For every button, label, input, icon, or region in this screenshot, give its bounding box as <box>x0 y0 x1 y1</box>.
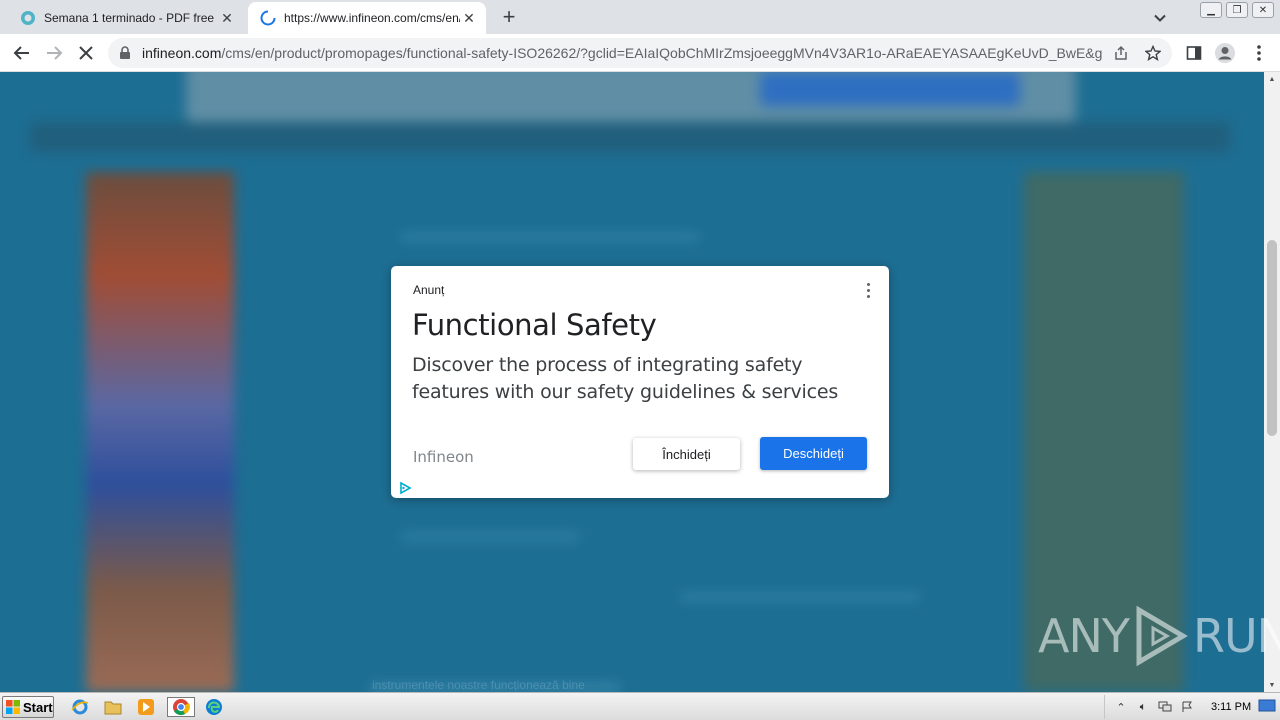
tray-expand-icon[interactable]: ⌃ <box>1113 699 1129 715</box>
side-panel-button[interactable] <box>1182 41 1206 65</box>
ad-description[interactable]: Discover the process of integrating safe… <box>412 352 882 406</box>
ie-taskbar-icon[interactable] <box>68 697 92 717</box>
faint-page-text: instrumentele noastre funcționează bine <box>372 678 585 692</box>
loading-spinner-icon <box>260 10 276 26</box>
media-player-taskbar-icon[interactable] <box>134 697 158 717</box>
lock-icon[interactable] <box>118 46 132 60</box>
stop-icon <box>79 46 93 60</box>
volume-icon[interactable]: 🔈︎ <box>1135 699 1151 715</box>
scroll-up-icon[interactable]: ▲ <box>1264 72 1280 86</box>
adchoices-icon[interactable] <box>398 481 412 495</box>
chrome-taskbar-icon[interactable] <box>167 697 195 717</box>
restore-icon[interactable]: ❐ <box>1226 2 1248 18</box>
ad-label: Anunț <box>413 283 445 297</box>
taskbar-clock[interactable]: 3:11 PM <box>1211 701 1251 713</box>
blurred-side-ad <box>86 172 234 692</box>
share-icon[interactable] <box>1112 44 1130 62</box>
forward-button[interactable] <box>42 41 66 65</box>
menu-button[interactable] <box>1247 41 1271 65</box>
close-tab-icon[interactable]: ✕ <box>218 9 236 27</box>
bookmark-star-icon[interactable] <box>1144 44 1162 62</box>
ad-headline[interactable]: Functional Safety <box>412 308 657 342</box>
tab-title: https://www.infineon.com/cms/en/p <box>284 11 460 25</box>
window-controls: ▁ ❐ ✕ <box>1200 2 1274 18</box>
start-label: Start <box>23 699 53 715</box>
tab-title: Semana 1 terminado - PDF free <box>44 11 215 25</box>
avatar-icon <box>1215 43 1235 63</box>
arrow-left-icon <box>13 46 29 60</box>
url-path: /cms/en/product/promopages/functional-sa… <box>221 45 1102 61</box>
side-panel-icon <box>1186 46 1202 60</box>
folder-taskbar-icon[interactable] <box>101 697 125 717</box>
ad-options-icon[interactable] <box>861 280 875 300</box>
ad-dialog: Anunț Functional Safety Discover the pro… <box>391 266 889 498</box>
tab-infineon[interactable]: https://www.infineon.com/cms/en/p ✕ <box>248 2 486 34</box>
tab-strip: Semana 1 terminado - PDF free ✕ https://… <box>0 0 1280 34</box>
url-text[interactable]: infineon.com/cms/en/product/promopages/f… <box>142 45 1102 61</box>
network-icon[interactable] <box>1157 699 1173 715</box>
watermark-text-right: RUN <box>1192 609 1280 663</box>
chevron-down-icon[interactable] <box>1150 8 1170 28</box>
action-center-flag-icon[interactable] <box>1179 699 1195 715</box>
blurred-header-band <box>30 122 1230 152</box>
ad-advertiser[interactable]: Infineon <box>413 448 474 466</box>
ad-open-button[interactable]: Deschideți <box>760 437 867 470</box>
watermark-text-left: ANY <box>1038 609 1130 663</box>
ad-close-button[interactable]: Închideți <box>633 438 740 470</box>
address-bar[interactable]: infineon.com/cms/en/product/promopages/f… <box>108 38 1172 68</box>
play-logo-icon <box>1136 606 1188 666</box>
pdf-favicon-icon <box>21 11 35 25</box>
edge-taskbar-icon[interactable] <box>202 697 226 717</box>
back-button[interactable] <box>10 41 34 65</box>
blurred-text-line <box>400 232 700 242</box>
blurred-download-button <box>760 72 1020 106</box>
vertical-scrollbar[interactable]: ▲ ▼ <box>1264 72 1280 692</box>
windows-taskbar: Start ⌃ 🔈︎ 3:11 PM <box>0 692 1280 720</box>
blurred-text-line <box>680 592 920 602</box>
close-tab-icon[interactable]: ✕ <box>460 9 478 27</box>
kebab-menu-icon <box>1257 45 1261 61</box>
profile-button[interactable] <box>1213 41 1237 65</box>
system-tray: ⌃ 🔈︎ 3:11 PM <box>1104 695 1254 719</box>
windows-flag-icon <box>6 700 20 714</box>
url-domain: infineon.com <box>142 45 222 61</box>
start-button[interactable]: Start <box>2 696 54 718</box>
scroll-down-icon[interactable]: ▼ <box>1264 678 1280 692</box>
browser-toolbar: infineon.com/cms/en/product/promopages/f… <box>0 34 1280 72</box>
close-window-icon[interactable]: ✕ <box>1252 2 1274 18</box>
stop-button[interactable] <box>74 41 98 65</box>
show-desktop-icon[interactable] <box>1258 697 1276 715</box>
blurred-text-line <box>400 532 580 542</box>
tab-pdf-free[interactable]: Semana 1 terminado - PDF free ✕ <box>8 2 244 34</box>
arrow-right-icon <box>47 46 63 60</box>
new-tab-button[interactable]: + <box>498 6 520 28</box>
scroll-thumb[interactable] <box>1267 240 1277 436</box>
minimize-icon[interactable]: ▁ <box>1200 2 1222 18</box>
anyrun-watermark: ANY RUN <box>1038 606 1280 666</box>
